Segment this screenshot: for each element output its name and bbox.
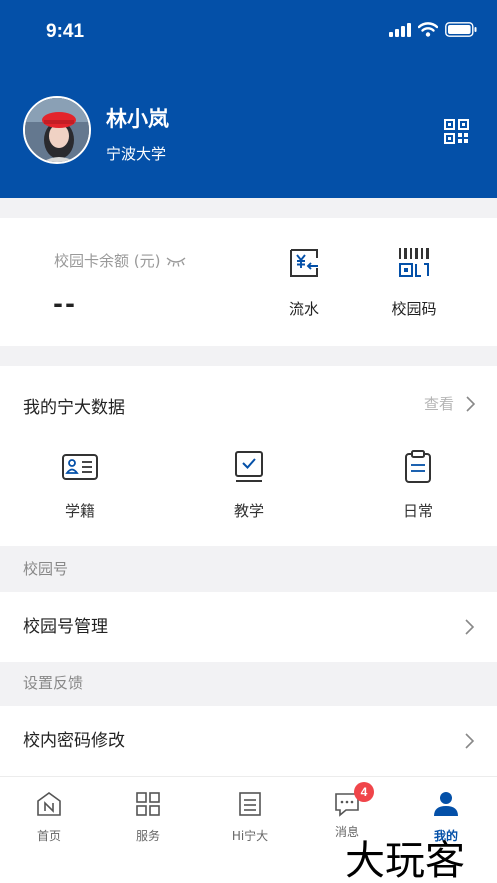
campus-code-label: 校园码 xyxy=(391,300,437,318)
transaction-history-label: 流水 xyxy=(288,300,319,318)
password-change-label: 校内密码修改 xyxy=(23,731,125,751)
services-grid-icon xyxy=(136,792,160,816)
profile-icon xyxy=(434,792,458,816)
tab-services-label: 服务 xyxy=(135,829,160,843)
data-item-daily-label: 日常 xyxy=(402,502,433,520)
campus-barcode-icon xyxy=(399,248,429,277)
student-id-icon xyxy=(62,454,98,480)
user-name: 林小岚 xyxy=(106,107,169,131)
message-badge: 4 xyxy=(354,782,374,802)
balance-value: -- xyxy=(53,290,77,318)
balance-label-text: 校园卡余额 (元) xyxy=(54,252,161,270)
campus-account-manage-row[interactable]: 校园号管理 xyxy=(0,592,497,662)
balance-label: 校园卡余额 (元) xyxy=(54,250,187,271)
my-data-title: 我的宁大数据 xyxy=(23,398,125,418)
document-list-icon xyxy=(239,792,261,816)
transaction-history-icon xyxy=(290,249,318,277)
data-item-teaching[interactable]: 教学 xyxy=(204,450,294,521)
home-icon xyxy=(37,792,61,816)
group-header-campus-account: 校园号 xyxy=(23,560,69,578)
campus-code-button[interactable]: 校园码 xyxy=(374,246,454,319)
chevron-right-icon xyxy=(465,733,475,749)
password-change-row[interactable]: 校内密码修改 xyxy=(0,706,497,776)
battery-icon xyxy=(445,22,477,37)
avatar-photo xyxy=(25,98,89,162)
group-header-settings: 设置反馈 xyxy=(23,674,84,692)
eye-closed-icon[interactable] xyxy=(165,255,187,267)
message-icon-wrap: 4 xyxy=(334,782,374,817)
wifi-icon xyxy=(418,22,438,37)
my-data-section: 我的宁大数据 查看 学籍 教学 日常 xyxy=(0,366,497,546)
chevron-right-icon xyxy=(465,619,475,635)
data-item-daily[interactable]: 日常 xyxy=(373,450,463,521)
transaction-history-button[interactable]: 流水 xyxy=(264,246,344,319)
tab-hi-nbu[interactable]: Hi宁大 xyxy=(210,791,290,844)
data-item-student-status[interactable]: 学籍 xyxy=(35,450,125,521)
tab-hi-nbu-label: Hi宁大 xyxy=(231,829,269,843)
campus-account-manage-label: 校园号管理 xyxy=(23,617,108,637)
status-icons xyxy=(389,22,477,37)
data-item-teaching-label: 教学 xyxy=(233,502,264,520)
watermark: 大玩客 xyxy=(345,838,465,883)
status-bar: 9:41 xyxy=(0,0,497,64)
qr-code-icon[interactable] xyxy=(444,119,469,144)
tab-home-label: 首页 xyxy=(36,829,61,843)
status-time: 9:41 xyxy=(46,21,85,42)
tab-services[interactable]: 服务 xyxy=(108,791,188,844)
campus-card-section: 校园卡余额 (元) -- 流水 校园码 xyxy=(0,218,497,346)
chevron-right-icon xyxy=(466,395,475,412)
user-school: 宁波大学 xyxy=(106,145,167,163)
signal-icon xyxy=(389,22,411,37)
view-more-link[interactable]: 查看 xyxy=(424,393,475,414)
view-more-label: 查看 xyxy=(423,395,454,413)
data-item-student-status-label: 学籍 xyxy=(64,502,95,520)
teaching-icon xyxy=(235,451,263,482)
profile-header: 9:41 林小岚 宁波大学 xyxy=(0,0,497,198)
tab-home[interactable]: 首页 xyxy=(9,791,89,844)
daily-clipboard-icon xyxy=(405,450,431,483)
avatar[interactable] xyxy=(23,96,91,164)
